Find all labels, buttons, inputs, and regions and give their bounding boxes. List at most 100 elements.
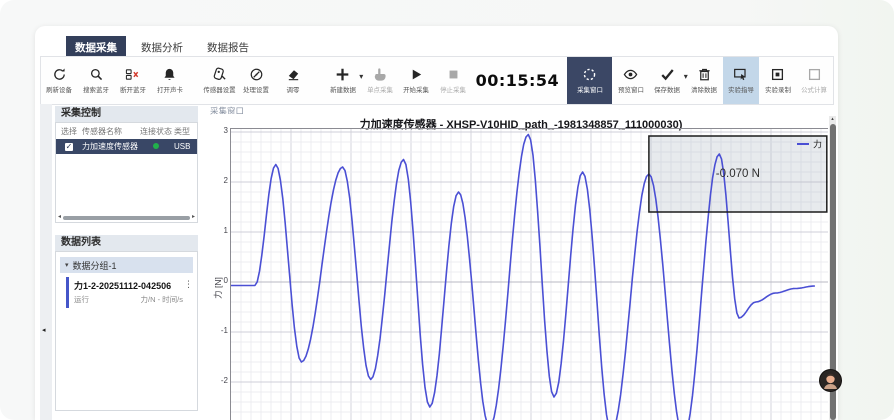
kebab-menu-icon[interactable]: ⋮: [184, 279, 193, 290]
guide-icon: [733, 67, 748, 82]
toolbar-record-button[interactable]: 实验录制: [759, 57, 796, 104]
legend-label: 力: [813, 139, 822, 150]
eye-icon: [623, 67, 638, 82]
toolbar-stop-button[interactable]: 停止采集: [435, 57, 472, 104]
toolbar-eye-button[interactable]: 预览窗口: [612, 57, 649, 104]
stop-icon: [446, 67, 461, 82]
y-axis-tick: 3: [213, 126, 228, 135]
sensor-column-header: 选择: [56, 126, 82, 137]
dashed-circle-icon: [582, 67, 597, 82]
toolbar-guide-button[interactable]: 实验指导: [723, 57, 760, 104]
measurement-readout: -0.070 N: [716, 168, 760, 180]
person-avatar-icon: [820, 370, 841, 391]
scroll-left-icon[interactable]: ◂: [58, 213, 61, 222]
y-axis-tick: -2: [213, 376, 228, 385]
toolbar-button-label: 调零: [287, 85, 300, 94]
collection-control-title: 采集控制: [55, 106, 198, 122]
eraser-icon: [286, 67, 301, 82]
toolbar-button-label: 保存数据: [654, 85, 680, 94]
data-record-title: 力1-2-20251112-042506: [74, 279, 183, 292]
sensor-column-header: 传感器名称: [82, 126, 138, 137]
play-icon: [409, 67, 424, 82]
toolbar-button-label: 断开蓝牙: [120, 85, 146, 94]
sidebar-edge-strip: ◂: [40, 104, 52, 420]
data-group-label: 数据分组-1: [73, 259, 117, 272]
toolbar-formula-button[interactable]: 公式计算: [796, 57, 833, 104]
sensor-settings-icon: [212, 67, 227, 82]
toolbar-button-label: 新建数据: [330, 85, 356, 94]
toolbar-button-label: 实验录制: [765, 85, 791, 94]
data-record-axes: 力/N - 时间/s: [141, 294, 184, 305]
horizontal-scrollbar[interactable]: ◂ ▸: [56, 213, 197, 222]
trash-icon: [697, 67, 712, 82]
toolbar-play-button[interactable]: 开始采集: [398, 57, 435, 104]
search-icon: [89, 67, 104, 82]
status-connected-icon: [153, 143, 159, 149]
bluetooth-disconnect-icon: [125, 67, 140, 82]
toolbar-trash-button[interactable]: 清除数据: [686, 57, 723, 104]
sensor-table: 选择传感器名称连接状态类型 ✓ 力加速度传感器 USB ◂ ▸: [55, 122, 198, 223]
toolbar-button-label: 处理设置: [243, 85, 269, 94]
toolbar-button-label: 公式计算: [802, 85, 828, 94]
toolbar-sensor-settings-button[interactable]: 传感器设置: [201, 57, 238, 104]
toolbar-button-label: 开始采集: [404, 85, 430, 94]
sidebar: 采集控制 选择传感器名称连接状态类型 ✓力加速度传感器USB ◂ ▸ 数据列表 …: [55, 106, 198, 420]
toolbar-button-label: 单点采集: [367, 85, 393, 94]
toolbar-dashed-circle-button[interactable]: 采集窗口: [567, 57, 612, 104]
app-window: 数据采集数据分析数据报告 刷新设备搜索蓝牙断开蓝牙打开声卡传感器设置处理设置调零…: [35, 26, 838, 420]
checkbox-checked-icon[interactable]: ✓: [65, 143, 73, 151]
data-group-header[interactable]: ▾ 数据分组-1: [60, 257, 193, 273]
toolbar-refresh-button[interactable]: 刷新设备: [41, 57, 78, 104]
toolbar-hand-button[interactable]: 单点采集: [361, 57, 398, 104]
chart-panel: 力加速度传感器 - XHSP-V10HID_path_-1981348857_1…: [212, 114, 830, 420]
toolbar-process-settings-button[interactable]: 处理设置: [238, 57, 275, 104]
y-axis-tick: 2: [213, 176, 228, 185]
waveform-chart: -0.070 N 力: [231, 129, 828, 420]
scrollbar-thumb[interactable]: [63, 216, 190, 220]
toolbar-button-label: 搜索蓝牙: [83, 85, 109, 94]
check-icon: [660, 67, 675, 82]
scroll-up-icon[interactable]: ▴: [829, 116, 836, 122]
collection-control-panel: 采集控制 选择传感器名称连接状态类型 ✓ 力加速度传感器 USB ◂ ▸: [55, 106, 198, 223]
process-settings-icon: [249, 67, 264, 82]
toolbar: 刷新设备 搜索蓝牙 断开蓝牙 打开声卡 传感器设置处理设置 调零 ▾新建数据单点采集 开始采集…: [40, 56, 834, 105]
data-record-status: 运行: [74, 294, 89, 305]
sensor-column-header: 类型: [174, 126, 195, 137]
toolbar-button-label: 停止采集: [440, 85, 466, 94]
toolbar-button-label: 刷新设备: [47, 85, 73, 94]
toolbar-bluetooth-disconnect-button[interactable]: 断开蓝牙: [115, 57, 152, 104]
sensor-name: 力加速度传感器: [82, 141, 138, 152]
toolbar-button-label: 实验指导: [728, 85, 754, 94]
y-axis-tick: 0: [213, 276, 228, 285]
plus-icon: [335, 67, 350, 82]
toolbar-button-label: 打开声卡: [157, 85, 183, 94]
toolbar-bell-button[interactable]: 打开声卡: [151, 57, 188, 104]
record-icon: [770, 67, 785, 82]
toolbar-button-label: 清除数据: [691, 85, 717, 94]
refresh-icon: [52, 67, 67, 82]
toolbar-button-label: 预览窗口: [618, 85, 644, 94]
data-list: ▾ 数据分组-1 力1-2-20251112-042506 运行 力/N - 时…: [55, 251, 198, 411]
assistant-avatar-button[interactable]: [819, 369, 842, 392]
scroll-right-icon[interactable]: ▸: [192, 213, 195, 222]
formula-icon: [807, 67, 822, 82]
sidebar-collapse-icon[interactable]: ◂: [42, 326, 46, 334]
toolbar-button-label: 传感器设置: [203, 85, 235, 94]
bell-icon: [162, 67, 177, 82]
y-axis-tick: 1: [213, 226, 228, 235]
sensor-type: USB: [174, 142, 195, 151]
toolbar-plus-button[interactable]: ▾新建数据: [324, 57, 361, 104]
y-axis-tick: -1: [213, 326, 228, 335]
chevron-down-icon: ▾: [65, 261, 69, 269]
plot-area[interactable]: -0.070 N 力: [230, 128, 828, 420]
toolbar-search-button[interactable]: 搜索蓝牙: [78, 57, 115, 104]
toolbar-eraser-button[interactable]: 调零: [275, 57, 312, 104]
toolbar-button-label: 采集窗口: [577, 85, 603, 94]
sensor-column-header: 连接状态: [138, 126, 174, 137]
data-record-item[interactable]: 力1-2-20251112-042506 运行 力/N - 时间/s ⋮: [66, 277, 193, 308]
toolbar-check-button[interactable]: ▾保存数据: [649, 57, 686, 104]
sensor-table-row[interactable]: ✓ 力加速度传感器 USB: [56, 139, 197, 154]
desktop-background: 数据采集数据分析数据报告 刷新设备搜索蓝牙断开蓝牙打开声卡传感器设置处理设置调零…: [0, 0, 894, 420]
data-list-title: 数据列表: [55, 235, 198, 251]
elapsed-timer: 00:15:54: [476, 71, 560, 90]
